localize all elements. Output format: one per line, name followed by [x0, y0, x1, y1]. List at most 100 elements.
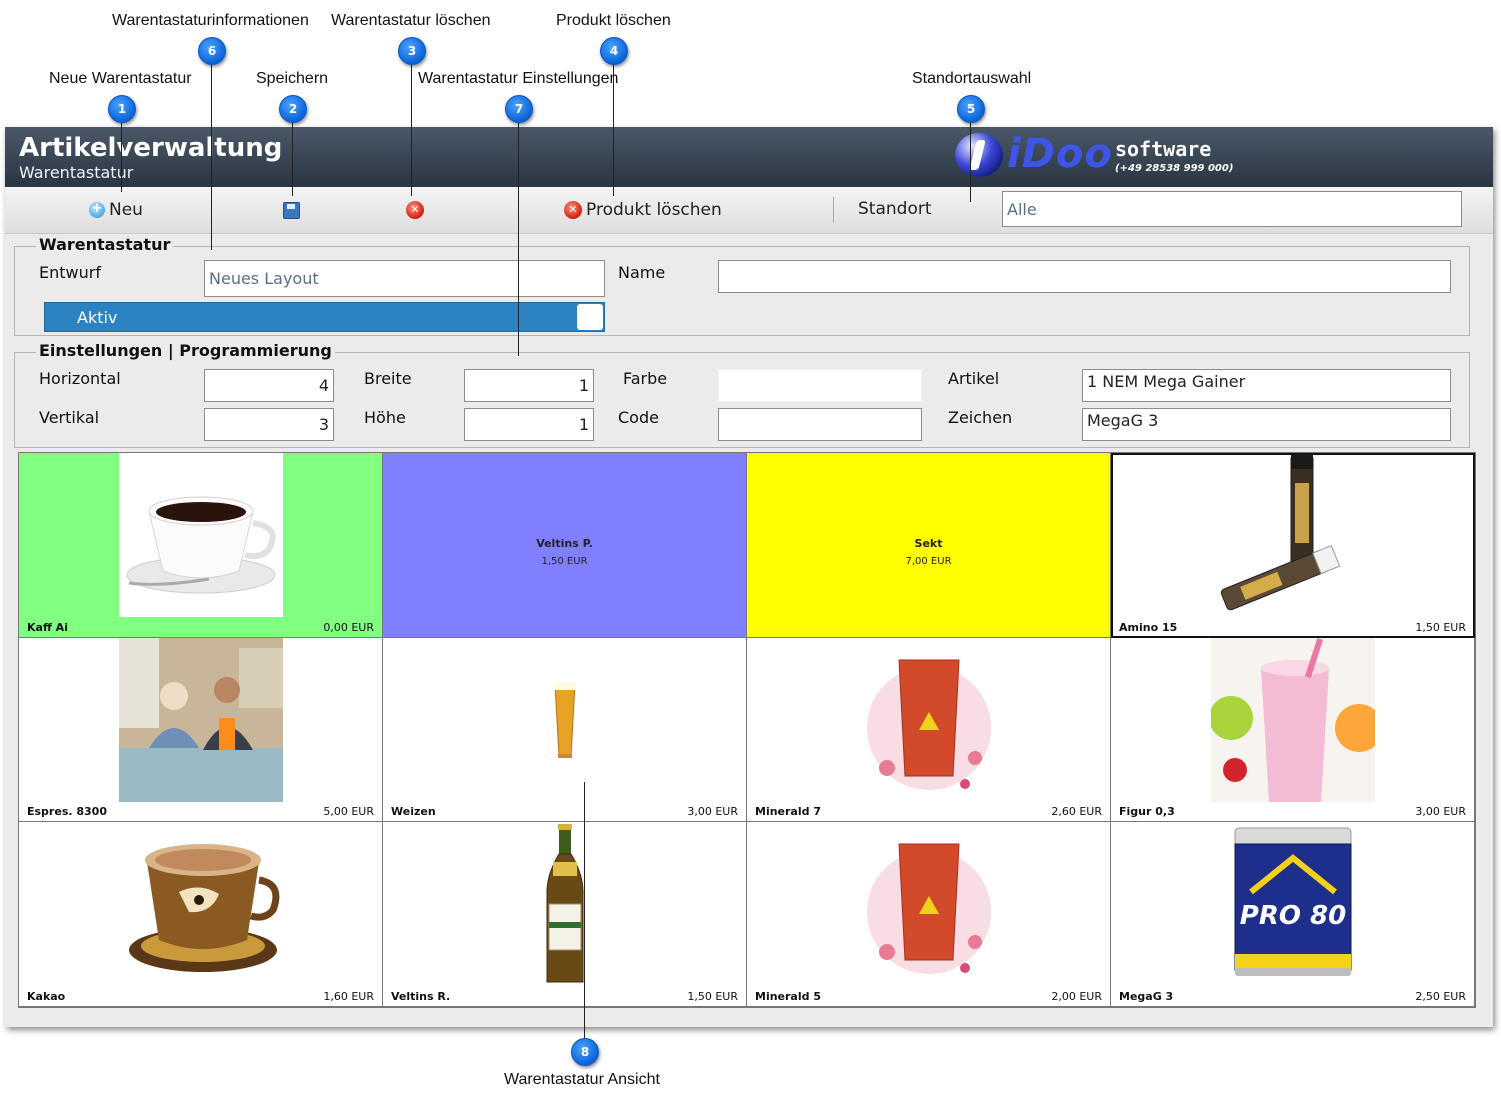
leader-line-3	[411, 62, 412, 196]
tile-minerald-5[interactable]: Minerald 5 2,00 EUR	[747, 822, 1111, 1007]
callout-label-6: Warentastaturinformationen	[112, 12, 309, 29]
tile-veltins-p[interactable]: Veltins P. 1,50 EUR	[383, 453, 747, 638]
new-button-label: Neu	[109, 200, 143, 220]
title-bar: Artikelverwaltung Warentastatur iDoo sof…	[5, 127, 1493, 187]
delete-product-button[interactable]: Produkt löschen	[564, 199, 722, 221]
vertical-label: Vertikal	[39, 408, 100, 427]
delete-product-label: Produkt löschen	[586, 200, 722, 220]
callout-label-7: Warentastatur Einstellungen	[418, 70, 619, 87]
tile-price: 1,50 EUR	[1415, 620, 1466, 634]
toolbar: Neu Produkt löschen Standort Alle	[5, 187, 1493, 234]
amino-ampoules-image	[1220, 454, 1340, 611]
leader-line-7	[518, 120, 519, 356]
height-input[interactable]: 1	[464, 408, 594, 441]
tile-name: Veltins P.	[536, 537, 593, 550]
tile-veltins-r[interactable]: Veltins R. 1,50 EUR	[383, 822, 747, 1007]
keyboard-grid: Kaff Ai 0,00 EUR Veltins P. 1,50 EUR Sek…	[18, 452, 1476, 1008]
callout-bubble-4: 4	[600, 37, 628, 65]
milkshake-image	[1210, 637, 1375, 802]
tile-figur-03[interactable]: Figur 0,3 3,00 EUR	[1111, 637, 1475, 823]
name-label: Name	[618, 263, 666, 282]
tile-weizen[interactable]: Weizen 3,00 EUR	[383, 637, 747, 823]
logo-brand: iDoo	[1007, 131, 1113, 177]
save-button[interactable]	[283, 199, 300, 221]
tile-price: 2,50 EUR	[1415, 990, 1466, 1003]
callout-label-3: Warentastatur löschen	[331, 12, 491, 29]
active-toggle[interactable]: Aktiv	[44, 302, 605, 332]
color-picker[interactable]	[718, 369, 922, 402]
name-input[interactable]	[718, 260, 1451, 293]
vertical-input[interactable]: 3	[204, 408, 334, 441]
location-label: Standort	[858, 199, 932, 219]
leader-line-6	[211, 62, 212, 250]
callout-bubble-5: 5	[957, 95, 985, 123]
width-label: Breite	[364, 369, 412, 388]
tile-name: MegaG 3	[1119, 990, 1174, 1003]
toggle-knob	[577, 304, 603, 330]
tile-espres-8300[interactable]: Espres. 8300 5,00 EUR	[19, 637, 383, 823]
tile-price: 1,50 EUR	[541, 556, 588, 567]
tile-name: Minerald 7	[755, 805, 821, 819]
new-keyboard-button[interactable]: Neu	[89, 199, 143, 221]
tile-price: 7,00 EUR	[905, 556, 952, 567]
toolbar-divider	[833, 197, 834, 223]
tile-kakao[interactable]: Kakao 1,60 EUR	[19, 822, 383, 1007]
tile-sekt[interactable]: Sekt 7,00 EUR	[747, 453, 1111, 638]
tile-minerald-7[interactable]: Minerald 7 2,60 EUR	[747, 637, 1111, 823]
callout-label-5: Standortauswahl	[912, 70, 1032, 87]
active-toggle-label: Aktiv	[77, 308, 118, 327]
callout-bubble-3: 3	[398, 37, 426, 65]
leader-line-1	[121, 120, 122, 192]
protein-can-image: PRO 80	[1234, 827, 1351, 977]
article-label: Artikel	[948, 369, 1000, 388]
page-title: Artikelverwaltung	[19, 133, 283, 163]
chars-input[interactable]: MegaG 3	[1082, 408, 1451, 441]
beer-bottle-image	[546, 824, 583, 983]
color-label: Farbe	[623, 369, 668, 388]
keyboard-info-title: Warentastatur	[36, 235, 174, 254]
coffee-cup-image	[118, 453, 283, 617]
draft-input[interactable]: Neues Layout	[204, 260, 605, 297]
tile-price: 2,00 EUR	[1051, 990, 1102, 1003]
code-label: Code	[618, 408, 659, 427]
tile-kaff-ai[interactable]: Kaff Ai 0,00 EUR	[19, 453, 383, 638]
logo-software-text: software	[1115, 137, 1212, 161]
leader-line-8	[584, 782, 585, 1040]
tile-name: Kakao	[27, 990, 66, 1003]
tile-price: 1,60 EUR	[323, 990, 374, 1003]
leader-line-5	[970, 120, 971, 202]
wheat-beer-glass-image	[553, 681, 576, 758]
page-subtitle: Warentastatur	[19, 163, 134, 182]
article-input[interactable]: 1 NEM Mega Gainer	[1082, 369, 1451, 402]
location-select[interactable]: Alle	[1002, 191, 1462, 227]
settings-title: Einstellungen | Programmierung	[36, 341, 335, 360]
delete-icon	[406, 201, 424, 219]
tile-price: 1,50 EUR	[687, 990, 738, 1003]
code-input[interactable]	[718, 408, 922, 441]
horizontal-label: Horizontal	[39, 369, 121, 388]
horizontal-input[interactable]: 4	[204, 369, 334, 402]
tile-price: 0,00 EUR	[323, 620, 374, 634]
tile-price: 2,60 EUR	[1051, 805, 1102, 819]
people-photo-image	[118, 637, 283, 802]
protein-can-text: PRO 80	[1239, 901, 1345, 931]
tile-center-text: Veltins P. 1,50 EUR	[383, 537, 746, 567]
tile-amino-15[interactable]: Amino 15 1,50 EUR	[1111, 453, 1475, 638]
callout-bubble-6: 6	[198, 37, 226, 65]
callout-bubble-7: 7	[505, 95, 533, 123]
tile-megag-3[interactable]: PRO 80 MegaG 3 2,50 EUR	[1111, 822, 1475, 1007]
delete-product-icon	[564, 201, 582, 219]
leader-line-4	[613, 62, 614, 196]
draft-label: Entwurf	[39, 263, 101, 282]
red-drink-glass-image	[866, 659, 991, 790]
cappuccino-cup-image	[128, 844, 279, 973]
tile-name: Espres. 8300	[27, 805, 107, 819]
delete-keyboard-button[interactable]	[406, 199, 424, 221]
tile-name: Amino 15	[1119, 620, 1178, 634]
chars-label: Zeichen	[948, 408, 1013, 427]
callout-bubble-1: 1	[108, 95, 136, 123]
tile-name: Veltins R.	[391, 990, 451, 1003]
width-input[interactable]: 1	[464, 369, 594, 402]
callout-label-4: Produkt löschen	[556, 12, 671, 29]
add-icon	[89, 200, 105, 218]
